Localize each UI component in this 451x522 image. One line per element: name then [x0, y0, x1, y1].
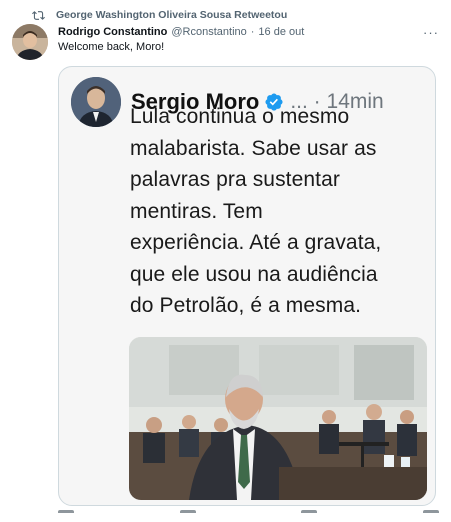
embedded-line: Lula continua o mesmo: [130, 105, 350, 128]
reply-icon[interactable]: [58, 510, 74, 518]
retweet-action-icon[interactable]: [179, 510, 196, 518]
tweet-header: Rodrigo Constantino @Rconstantino · 16 d…: [58, 24, 439, 40]
retweet-context: George Washington Oliveira Sousa Retweet…: [12, 6, 287, 24]
tweet-media-image[interactable]: Sergio Moro ... · 14min Lula continua o …: [58, 66, 436, 506]
embedded-line: malabarista. Sabe usar as: [130, 136, 377, 160]
embedded-line: mentiras. Tem: [130, 199, 263, 223]
tweet-date[interactable]: 16 de out: [258, 26, 304, 38]
author-avatar[interactable]: [12, 24, 48, 60]
embedded-tweet-text: Lula continua o mesmo malabarista. Sabe …: [130, 101, 430, 322]
separator-dot: ·: [250, 26, 255, 38]
embedded-line: experiência. Até a gravata,: [130, 231, 382, 254]
tweet-text: Welcome back, Moro!: [58, 41, 165, 53]
more-icon[interactable]: ···: [423, 25, 439, 40]
author-name[interactable]: Rodrigo Constantino: [58, 26, 167, 38]
retweet-label[interactable]: George Washington Oliveira Sousa Retweet…: [56, 9, 287, 21]
retweet-icon: [12, 9, 52, 22]
embedded-avatar: [71, 77, 121, 127]
author-handle[interactable]: @Rconstantino: [171, 26, 246, 38]
like-icon[interactable]: [301, 510, 318, 518]
courtroom-photo: [129, 337, 427, 500]
embedded-line: do Petrolão, é a mesma.: [130, 294, 362, 317]
tweet-actions: [58, 510, 439, 522]
share-icon[interactable]: [422, 510, 439, 518]
embedded-line: que ele usou na audiência: [130, 262, 378, 286]
embedded-line: palavras pra sustentar: [130, 168, 340, 191]
